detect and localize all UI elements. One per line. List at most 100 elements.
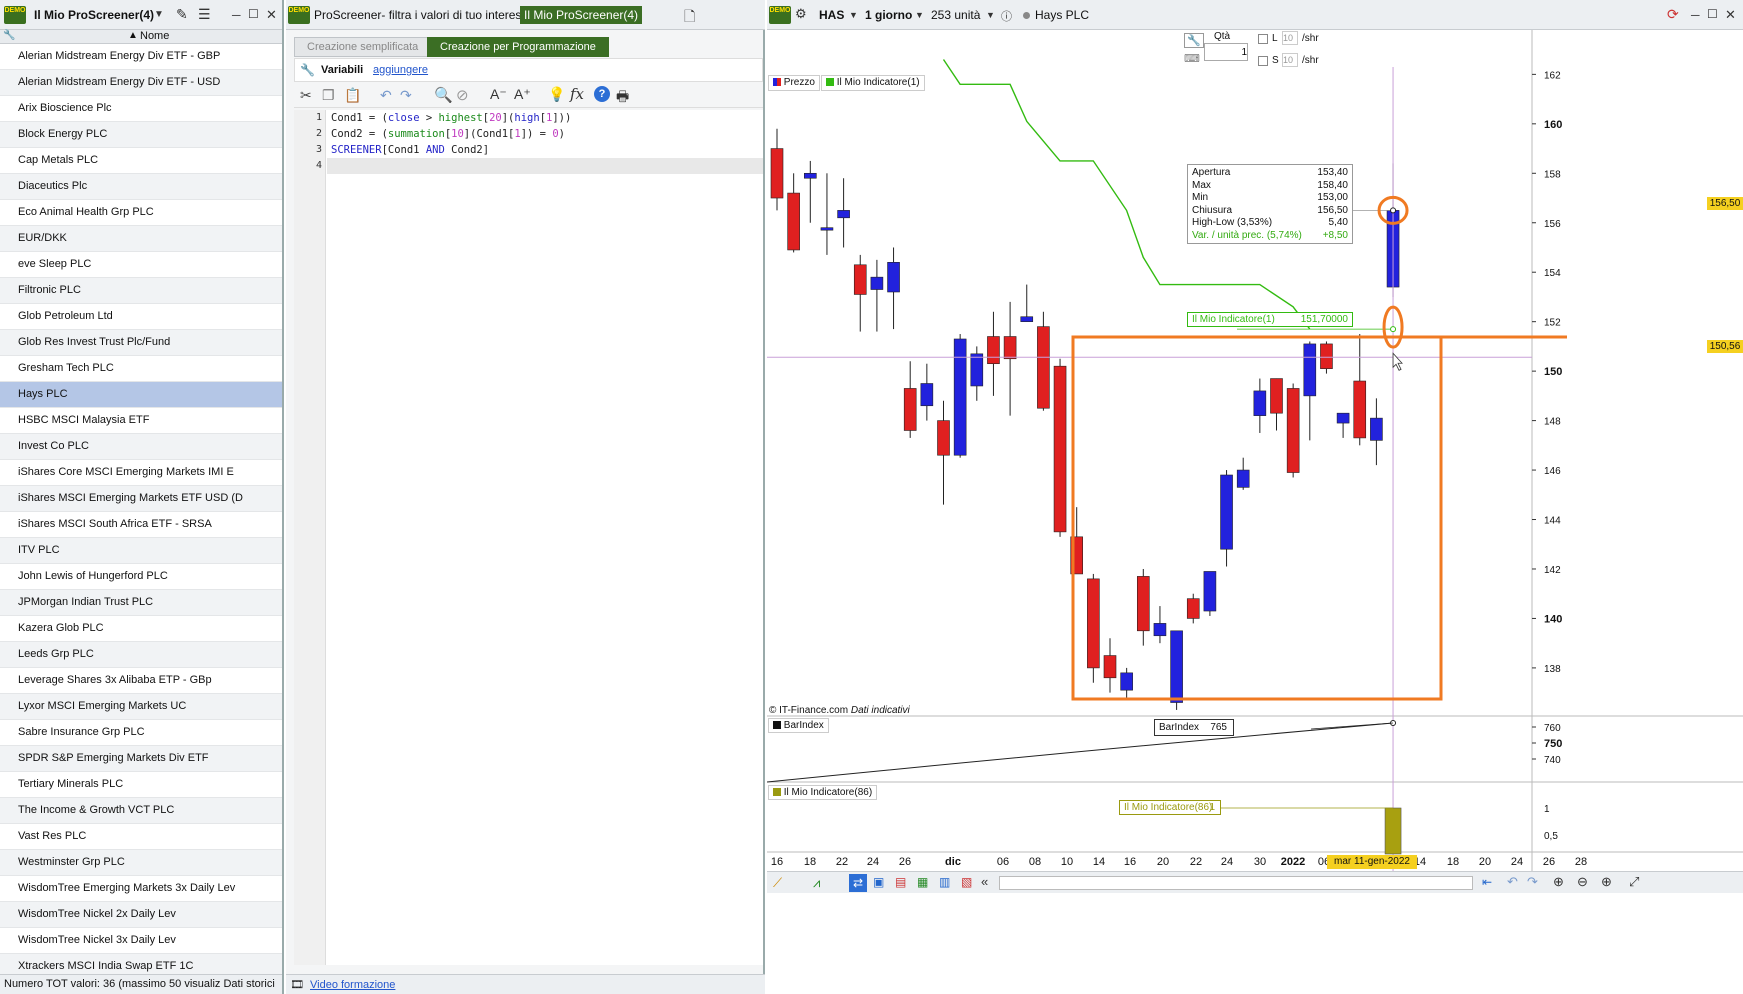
zoom-range-icon[interactable]: ⇤ <box>1482 875 1492 889</box>
code-editor[interactable]: 1 2 3 4 Cond1 = (close > highest[20](hig… <box>294 110 763 965</box>
indicator86-legend[interactable]: Il Mio Indicatore(86) <box>768 785 878 800</box>
list-item[interactable]: Lyxor MSCI Emerging Markets UC <box>0 694 282 720</box>
list-item[interactable]: Glob Res Invest Trust Plc/Fund <box>0 330 282 356</box>
list-item[interactable]: Vast Res PLC <box>0 824 282 850</box>
list-item[interactable]: eve Sleep PLC <box>0 252 282 278</box>
calendar-icon[interactable]: ▦ <box>917 875 928 889</box>
list-item[interactable]: iShares MSCI South Africa ETF - SRSA <box>0 512 282 538</box>
chevron-down-icon[interactable]: ▼ <box>915 10 924 20</box>
close-icon[interactable]: ✕ <box>1725 7 1736 23</box>
wrench-icon[interactable]: 🔧 <box>300 63 315 77</box>
list-item[interactable]: Alerian Midstream Energy Div ETF - GBP <box>0 44 282 70</box>
list-item[interactable]: WisdomTree Nickel 2x Daily Lev <box>0 902 282 928</box>
list-item[interactable]: iShares MSCI Emerging Markets ETF USD (D <box>0 486 282 512</box>
zoom-reset-icon[interactable]: ⊕ <box>1553 874 1564 890</box>
no-search-icon[interactable]: ⊘ <box>456 86 469 104</box>
list-item[interactable]: John Lewis of Hungerford PLC <box>0 564 282 590</box>
tab-programming[interactable]: Creazione per Programmazione <box>427 37 609 57</box>
list-item[interactable]: Diaceutics Plc <box>0 174 282 200</box>
list-item[interactable]: EUR/DKK <box>0 226 282 252</box>
scroll-left-icon[interactable]: « <box>981 874 988 889</box>
list-item[interactable]: WisdomTree Emerging Markets 3x Daily Lev <box>0 876 282 902</box>
info-icon[interactable]: ⓘ <box>1001 8 1012 24</box>
code-line-3[interactable]: SCREENER[Cond1 AND Cond2] <box>331 144 489 156</box>
screener-name-tag[interactable]: Il Mio ProScreener(4) <box>520 6 643 24</box>
list-item[interactable]: HSBC MSCI Malaysia ETF <box>0 408 282 434</box>
training-video-link[interactable]: Video formazione <box>310 979 395 991</box>
list-item[interactable]: JPMorgan Indian Trust PLC <box>0 590 282 616</box>
list-item[interactable]: Tertiary Minerals PLC <box>0 772 282 798</box>
list-item[interactable]: WisdomTree Nickel 3x Daily Lev <box>0 928 282 954</box>
maximize-icon[interactable]: ☐ <box>1707 7 1718 21</box>
zoom-in-icon[interactable]: ⊕ <box>1601 874 1612 890</box>
menu-icon[interactable]: ☰ <box>198 6 211 23</box>
lightbulb-icon[interactable]: 💡 <box>548 86 565 103</box>
document-icon[interactable]: 🗋 <box>684 6 695 30</box>
tab-simplified[interactable]: Creazione semplificata <box>294 37 432 57</box>
redo-icon[interactable]: ↷ <box>400 87 412 104</box>
comment-icon[interactable]: ▣ <box>873 875 884 889</box>
fit-icon[interactable]: ⤢ <box>1629 874 1639 890</box>
barindex-legend[interactable]: BarIndex <box>768 718 829 733</box>
print-icon[interactable]: 🖶 <box>616 86 629 110</box>
column-header[interactable]: 🔧 ▲ Nome <box>0 30 282 44</box>
timeframe-selector[interactable]: 1 giorno <box>865 8 912 22</box>
refresh-icon[interactable]: ⟳ <box>1667 6 1679 23</box>
chevron-down-icon[interactable]: ▼ <box>154 9 164 20</box>
paste-icon[interactable]: 📋 <box>344 87 361 104</box>
help-icon[interactable]: ? <box>594 86 610 102</box>
search-icon[interactable]: 🔍 <box>434 86 453 104</box>
minimize-icon[interactable]: ─ <box>1691 8 1700 22</box>
maximize-icon[interactable]: ☐ <box>248 7 259 21</box>
list-item[interactable]: Gresham Tech PLC <box>0 356 282 382</box>
list-item[interactable]: Leverage Shares 3x Alibaba ETP - GBp <box>0 668 282 694</box>
zoom-out-icon[interactable]: ⊖ <box>1577 874 1588 890</box>
layout-icon[interactable]: ▥ <box>939 875 950 889</box>
undo-icon[interactable]: ↶ <box>1507 874 1518 890</box>
list-item[interactable]: The Income & Growth VCT PLC <box>0 798 282 824</box>
report-icon[interactable]: ▤ <box>895 875 906 889</box>
list-item[interactable]: Sabre Insurance Grp PLC <box>0 720 282 746</box>
list-item[interactable]: Hays PLC <box>0 382 282 408</box>
draw-line-icon[interactable]: ⟋ <box>773 875 782 891</box>
share-icon[interactable]: ⇄ <box>849 874 867 892</box>
wrench-small-icon[interactable]: 🔧 <box>3 30 15 41</box>
decrease-font-icon[interactable]: A⁻ <box>490 86 507 103</box>
code-line-1[interactable]: Cond1 = (close > highest[20](high[1])) <box>331 112 571 124</box>
list-item[interactable]: Arix Bioscience Plc <box>0 96 282 122</box>
screener-title[interactable]: Il Mio ProScreener(4) <box>34 8 154 22</box>
function-icon[interactable]: fx <box>570 85 584 103</box>
list-item[interactable]: Leeds Grp PLC <box>0 642 282 668</box>
cut-icon[interactable]: ✂ <box>300 87 312 104</box>
chart-type-icon[interactable]: ⩘ <box>813 875 820 891</box>
list-item[interactable]: Kazera Glob PLC <box>0 616 282 642</box>
copy-icon[interactable]: ❐ <box>322 87 335 104</box>
list-item[interactable]: iShares Core MSCI Emerging Markets IMI E <box>0 460 282 486</box>
list-item[interactable]: ITV PLC <box>0 538 282 564</box>
increase-font-icon[interactable]: A⁺ <box>514 86 531 103</box>
column-name-label[interactable]: Nome <box>140 30 169 42</box>
chevron-down-icon[interactable]: ▼ <box>849 10 858 20</box>
list-item[interactable]: Filtronic PLC <box>0 278 282 304</box>
add-variable-link[interactable]: aggiungere <box>373 64 428 76</box>
undo-icon[interactable]: ↶ <box>380 87 392 104</box>
ticker-selector[interactable]: HAS <box>819 8 844 22</box>
list-item[interactable]: Alerian Midstream Energy Div ETF - USD <box>0 70 282 96</box>
horizontal-scrollbar[interactable] <box>999 876 1473 890</box>
list-item[interactable]: Westminster Grp PLC <box>0 850 282 876</box>
code-line-2[interactable]: Cond2 = (summation[10](Cond1[1]) = 0) <box>331 128 565 140</box>
list-item[interactable]: Glob Petroleum Ltd <box>0 304 282 330</box>
alert-icon[interactable]: ▧ <box>961 875 972 889</box>
close-icon[interactable]: ✕ <box>266 7 277 23</box>
units-selector[interactable]: 253 unità <box>931 8 980 22</box>
indicator-icon[interactable]: ⚙ <box>795 6 807 22</box>
list-item[interactable]: Block Energy PLC <box>0 122 282 148</box>
list-item[interactable]: Eco Animal Health Grp PLC <box>0 200 282 226</box>
list-item[interactable]: Invest Co PLC <box>0 434 282 460</box>
list-item[interactable]: Cap Metals PLC <box>0 148 282 174</box>
wrench-icon[interactable]: ✎ <box>176 6 188 23</box>
chevron-down-icon[interactable]: ▼ <box>986 10 995 20</box>
list-item[interactable]: SPDR S&P Emerging Markets Div ETF <box>0 746 282 772</box>
redo-icon[interactable]: ↷ <box>1527 874 1538 890</box>
minimize-icon[interactable]: ─ <box>232 8 241 22</box>
